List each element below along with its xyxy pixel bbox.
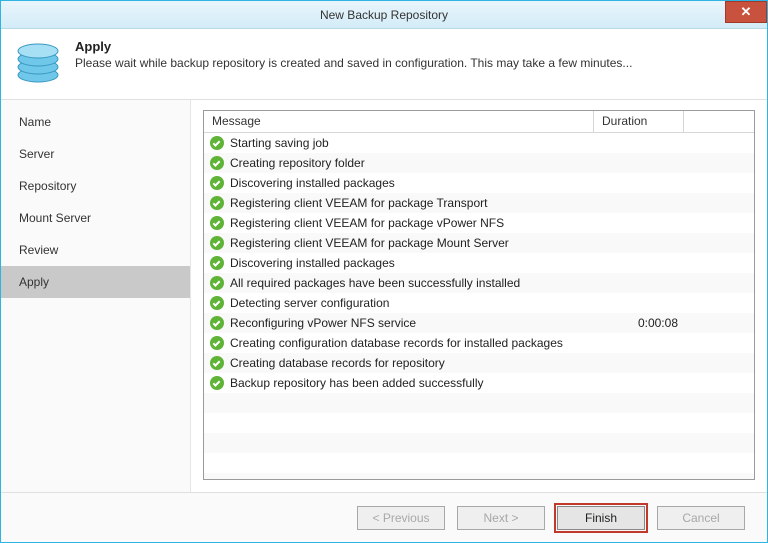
table-row[interactable]: Creating repository folder <box>204 153 754 173</box>
table-row-empty <box>204 413 754 433</box>
previous-button: < Previous <box>357 506 445 530</box>
message-text: Discovering installed packages <box>230 256 395 270</box>
table-row-empty <box>204 473 754 479</box>
cell-message: Registering client VEEAM for package vPo… <box>204 216 594 230</box>
success-icon <box>210 296 224 310</box>
table-row[interactable]: Reconfiguring vPower NFS service 0:00:08 <box>204 313 754 333</box>
window-title: New Backup Repository <box>320 8 448 22</box>
message-text: Backup repository has been added success… <box>230 376 483 390</box>
table-row[interactable]: Registering client VEEAM for package Tra… <box>204 193 754 213</box>
column-header-spacer <box>684 111 754 132</box>
table-row[interactable]: All required packages have been successf… <box>204 273 754 293</box>
sidebar-item-name[interactable]: Name <box>1 106 190 138</box>
table-row[interactable]: Discovering installed packages <box>204 253 754 273</box>
progress-grid: Message Duration Starting saving job Crea… <box>203 110 755 480</box>
cell-message: Registering client VEEAM for package Mou… <box>204 236 594 250</box>
repository-icon <box>15 39 61 85</box>
table-row[interactable]: Registering client VEEAM for package vPo… <box>204 213 754 233</box>
main-panel: Message Duration Starting saving job Crea… <box>191 100 767 492</box>
message-text: Detecting server configuration <box>230 296 389 310</box>
sidebar-item-server[interactable]: Server <box>1 138 190 170</box>
success-icon <box>210 336 224 350</box>
message-text: Creating database records for repository <box>230 356 445 370</box>
success-icon <box>210 196 224 210</box>
message-text: All required packages have been successf… <box>230 276 520 290</box>
message-text: Registering client VEEAM for package Mou… <box>230 236 509 250</box>
cell-message: Starting saving job <box>204 136 594 150</box>
cancel-button: Cancel <box>657 506 745 530</box>
success-icon <box>210 236 224 250</box>
cell-message: All required packages have been successf… <box>204 276 594 290</box>
body: NameServerRepositoryMount ServerReviewAp… <box>1 99 767 492</box>
page-subtitle: Please wait while backup repository is c… <box>75 56 632 70</box>
column-header-message[interactable]: Message <box>204 111 594 132</box>
table-row-empty <box>204 393 754 413</box>
table-row[interactable]: Creating configuration database records … <box>204 333 754 353</box>
table-row[interactable]: Backup repository has been added success… <box>204 373 754 393</box>
wizard-sidebar: NameServerRepositoryMount ServerReviewAp… <box>1 100 191 492</box>
cell-message: Creating repository folder <box>204 156 594 170</box>
sidebar-item-mount-server[interactable]: Mount Server <box>1 202 190 234</box>
sidebar-item-apply[interactable]: Apply <box>1 266 190 298</box>
success-icon <box>210 216 224 230</box>
next-button: Next > <box>457 506 545 530</box>
column-header-duration[interactable]: Duration <box>594 111 684 132</box>
page-title: Apply <box>75 39 632 54</box>
success-icon <box>210 176 224 190</box>
header-text: Apply Please wait while backup repositor… <box>75 39 632 70</box>
message-text: Registering client VEEAM for package vPo… <box>230 216 504 230</box>
message-text: Creating repository folder <box>230 156 365 170</box>
table-row-empty <box>204 433 754 453</box>
cell-message: Creating database records for repository <box>204 356 594 370</box>
success-icon <box>210 136 224 150</box>
cell-message: Detecting server configuration <box>204 296 594 310</box>
header: Apply Please wait while backup repositor… <box>1 29 767 99</box>
table-row[interactable]: Creating database records for repository <box>204 353 754 373</box>
sidebar-item-review[interactable]: Review <box>1 234 190 266</box>
message-text: Registering client VEEAM for package Tra… <box>230 196 487 210</box>
success-icon <box>210 256 224 270</box>
finish-button[interactable]: Finish <box>557 506 645 530</box>
success-icon <box>210 376 224 390</box>
cell-message: Backup repository has been added success… <box>204 376 594 390</box>
message-text: Discovering installed packages <box>230 176 395 190</box>
sidebar-item-repository[interactable]: Repository <box>1 170 190 202</box>
cell-message: Discovering installed packages <box>204 176 594 190</box>
success-icon <box>210 356 224 370</box>
table-row[interactable]: Starting saving job <box>204 133 754 153</box>
close-button[interactable]: ✕ <box>725 1 767 23</box>
grid-header: Message Duration <box>204 111 754 133</box>
table-row[interactable]: Detecting server configuration <box>204 293 754 313</box>
message-text: Creating configuration database records … <box>230 336 563 350</box>
table-row[interactable]: Discovering installed packages <box>204 173 754 193</box>
cell-message: Creating configuration database records … <box>204 336 594 350</box>
close-icon: ✕ <box>741 4 752 20</box>
grid-body[interactable]: Starting saving job Creating repository f… <box>204 133 754 479</box>
success-icon <box>210 156 224 170</box>
table-row-empty <box>204 453 754 473</box>
message-text: Reconfiguring vPower NFS service <box>230 316 416 330</box>
dialog-window: New Backup Repository ✕ Apply Please wai… <box>0 0 768 543</box>
footer: < Previous Next > Finish Cancel <box>1 492 767 542</box>
cell-message: Reconfiguring vPower NFS service <box>204 316 594 330</box>
cell-duration: 0:00:08 <box>594 316 684 330</box>
success-icon <box>210 316 224 330</box>
success-icon <box>210 276 224 290</box>
cell-message: Discovering installed packages <box>204 256 594 270</box>
table-row[interactable]: Registering client VEEAM for package Mou… <box>204 233 754 253</box>
cell-message: Registering client VEEAM for package Tra… <box>204 196 594 210</box>
titlebar: New Backup Repository ✕ <box>1 1 767 29</box>
message-text: Starting saving job <box>230 136 329 150</box>
